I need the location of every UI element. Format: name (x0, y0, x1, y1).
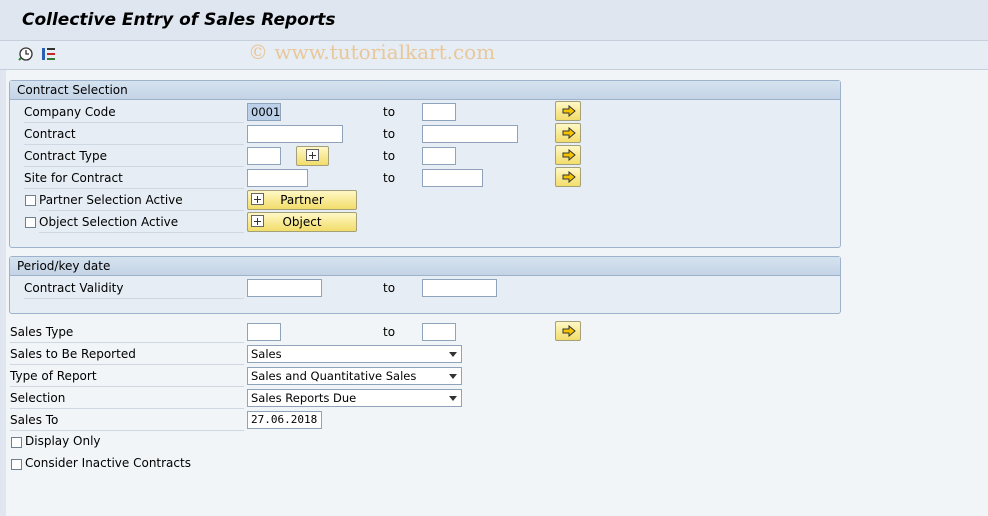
sales-type-multiple-selection-button[interactable] (555, 321, 581, 341)
display-only-label: Display Only (25, 434, 101, 448)
contract-validity-from-input[interactable] (247, 279, 322, 297)
selection-label: Selection (10, 388, 244, 409)
contract-multiple-selection-button[interactable] (555, 123, 581, 143)
arrow-right-icon (562, 127, 576, 139)
site-for-contract-to-label: to (383, 171, 396, 185)
sales-type-to-input[interactable] (422, 323, 456, 341)
company-code-to-label: to (383, 105, 396, 119)
company-code-from-input[interactable]: 0001 (247, 103, 281, 121)
arrow-right-icon (562, 171, 576, 183)
company-code-multiple-selection-button[interactable] (555, 101, 581, 121)
contract-type-dynamic-selection-button[interactable] (296, 146, 329, 166)
sales-to-input[interactable]: 27.06.2018 (247, 411, 322, 429)
arrow-right-icon (562, 325, 576, 337)
contract-type-label: Contract Type (24, 146, 244, 167)
partner-selection-label: Partner Selection Active (39, 190, 244, 211)
company-code-to-input[interactable] (422, 103, 456, 121)
selection-options-icon[interactable] (41, 46, 57, 62)
company-code-label: Company Code (24, 102, 244, 123)
chevron-down-icon (449, 374, 457, 379)
period-key-date-header: Period/key date (10, 257, 840, 276)
type-of-report-label: Type of Report (10, 366, 244, 387)
sales-type-from-input[interactable] (247, 323, 281, 341)
consider-inactive-contracts-checkbox[interactable] (11, 459, 22, 470)
selection-value: Sales Reports Due (251, 391, 357, 405)
contract-to-label: to (383, 127, 396, 141)
site-for-contract-from-input[interactable] (247, 169, 308, 187)
dynamic-selection-icon (251, 193, 264, 205)
object-button-label: Object (282, 215, 322, 229)
object-selection-checkbox[interactable] (25, 217, 36, 228)
partner-button[interactable]: Partner (247, 190, 357, 210)
dynamic-selection-icon (306, 149, 319, 161)
site-for-contract-multiple-selection-button[interactable] (555, 167, 581, 187)
sales-to-be-reported-dropdown[interactable]: Sales (247, 345, 462, 363)
contract-type-multiple-selection-button[interactable] (555, 145, 581, 165)
consider-inactive-contracts-label: Consider Inactive Contracts (25, 456, 191, 470)
sales-to-label: Sales To (10, 410, 244, 431)
display-only-checkbox[interactable] (11, 437, 22, 448)
object-selection-label: Object Selection Active (39, 212, 244, 233)
chevron-down-icon (449, 352, 457, 357)
partner-selection-checkbox[interactable] (25, 195, 36, 206)
page-title: Collective Entry of Sales Reports (22, 10, 336, 30)
contract-type-from-input[interactable] (247, 147, 281, 165)
contract-to-input[interactable] (422, 125, 518, 143)
execute-clock-icon[interactable] (18, 46, 34, 62)
arrow-right-icon (562, 149, 576, 161)
selection-dropdown[interactable]: Sales Reports Due (247, 389, 462, 407)
contract-selection-header: Contract Selection (10, 81, 840, 100)
chevron-down-icon (449, 396, 457, 401)
type-of-report-dropdown[interactable]: Sales and Quantitative Sales (247, 367, 462, 385)
contract-type-to-input[interactable] (422, 147, 456, 165)
object-button[interactable]: Object (247, 212, 357, 232)
sales-type-to-label: to (383, 325, 396, 339)
sales-type-label: Sales Type (10, 322, 244, 343)
contract-validity-label: Contract Validity (24, 278, 244, 299)
partner-button-label: Partner (280, 193, 324, 207)
sales-to-be-reported-value: Sales (251, 347, 282, 361)
dynamic-selection-icon (251, 215, 264, 227)
site-for-contract-label: Site for Contract (24, 168, 244, 189)
site-for-contract-to-input[interactable] (422, 169, 483, 187)
contract-type-to-label: to (383, 149, 396, 163)
contract-label: Contract (24, 124, 244, 145)
contract-from-input[interactable] (247, 125, 343, 143)
type-of-report-value: Sales and Quantitative Sales (251, 369, 417, 383)
sales-to-be-reported-label: Sales to Be Reported (10, 344, 244, 365)
arrow-right-icon (562, 105, 576, 117)
contract-validity-to-input[interactable] (422, 279, 497, 297)
contract-validity-to-label: to (383, 281, 396, 295)
watermark: © www.tutorialkart.com (248, 40, 496, 64)
